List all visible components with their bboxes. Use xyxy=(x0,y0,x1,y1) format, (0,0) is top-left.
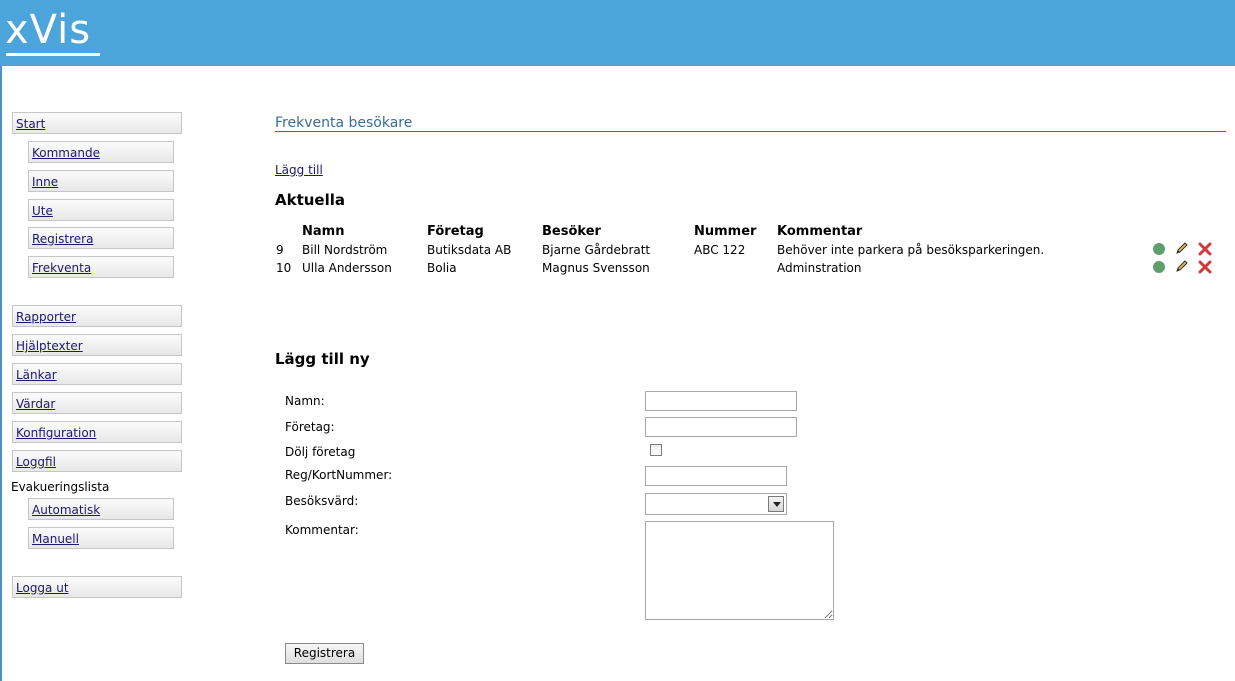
row-foretag: Bolia xyxy=(427,261,457,275)
nav-item-manuell[interactable]: Manuell xyxy=(28,527,174,549)
nav-link-ute[interactable]: Ute xyxy=(32,204,53,218)
page-title: Frekventa besökare xyxy=(275,115,413,131)
row-besoker: Magnus Svensson xyxy=(542,261,650,275)
logo-underline xyxy=(6,53,100,56)
foretag-label: Företag: xyxy=(285,420,335,434)
nav-link-kommande[interactable]: Kommande xyxy=(32,146,100,160)
row-id: 10 xyxy=(276,261,292,275)
nav-item-vardar[interactable]: Värdar xyxy=(12,392,182,414)
add-new-heading: Lägg till ny xyxy=(275,350,370,368)
namn-input[interactable] xyxy=(645,391,797,411)
chevron-down-icon[interactable] xyxy=(768,496,784,512)
nav-item-kommande[interactable]: Kommande xyxy=(28,141,174,163)
row-kommentar: Adminstration xyxy=(777,261,862,275)
registrera-button[interactable]: Registrera xyxy=(285,643,364,664)
foretag-input[interactable] xyxy=(645,417,797,437)
row-namn: Bill Nordström xyxy=(302,243,388,257)
row-kommentar: Behöver inte parkera på besöksparkeringe… xyxy=(777,243,1045,257)
namn-label: Namn: xyxy=(285,394,325,408)
row-namn: Ulla Andersson xyxy=(302,261,392,275)
nav-item-start[interactable]: Start xyxy=(12,112,182,134)
kommentar-textarea[interactable] xyxy=(645,521,834,620)
nav-link-hjalptexter[interactable]: Hjälptexter xyxy=(16,339,83,353)
status-dot-icon[interactable] xyxy=(1153,261,1165,273)
col-header-besoker: Besöker xyxy=(542,224,601,239)
nav-link-registrera[interactable]: Registrera xyxy=(32,232,93,246)
row-nummer: ABC 122 xyxy=(694,243,746,257)
nav-item-inne[interactable]: Inne xyxy=(28,170,174,192)
besoksvard-select[interactable] xyxy=(645,493,787,515)
title-divider xyxy=(275,131,1226,132)
nav-link-inne[interactable]: Inne xyxy=(32,175,58,189)
col-header-foretag: Företag xyxy=(427,224,484,239)
nav-link-frekventa[interactable]: Frekventa xyxy=(32,261,91,275)
pencil-icon[interactable] xyxy=(1175,259,1189,273)
besoksvard-label: Besöksvärd: xyxy=(285,494,359,508)
row-id: 9 xyxy=(276,243,284,257)
nav-item-ute[interactable]: Ute xyxy=(28,199,174,221)
nav-link-start[interactable]: Start xyxy=(16,117,45,131)
kommentar-label: Kommentar: xyxy=(285,523,359,537)
nav-item-registrera[interactable]: Registrera xyxy=(28,227,174,249)
regnr-input[interactable] xyxy=(645,466,787,486)
nav-link-vardar[interactable]: Värdar xyxy=(16,397,55,411)
col-header-namn: Namn xyxy=(302,224,345,239)
nav-link-automatisk[interactable]: Automatisk xyxy=(32,503,100,517)
delete-x-icon[interactable] xyxy=(1198,242,1212,256)
nav-link-manuell[interactable]: Manuell xyxy=(32,532,79,546)
regnr-label: Reg/KortNummer: xyxy=(285,468,393,482)
nav-link-rapporter[interactable]: Rapporter xyxy=(16,310,76,324)
add-visitor-link[interactable]: Lägg till xyxy=(275,163,323,177)
nav-link-konfiguration[interactable]: Konfiguration xyxy=(16,426,96,440)
col-header-nummer: Nummer xyxy=(694,224,757,239)
nav-item-automatisk[interactable]: Automatisk xyxy=(28,498,174,520)
left-edge-line xyxy=(0,0,2,681)
nav-item-loggfil[interactable]: Loggfil xyxy=(12,450,182,472)
nav-item-konfiguration[interactable]: Konfiguration xyxy=(12,421,182,443)
row-besoker: Bjarne Gårdebratt xyxy=(542,243,651,257)
nav-item-frekventa[interactable]: Frekventa xyxy=(28,256,174,278)
nav-item-logga-ut[interactable]: Logga ut xyxy=(12,576,182,598)
pencil-icon[interactable] xyxy=(1175,241,1189,255)
dolj-foretag-checkbox[interactable] xyxy=(650,444,662,456)
nav-link-logga-ut[interactable]: Logga ut xyxy=(16,581,69,595)
nav-link-lankar[interactable]: Länkar xyxy=(16,368,57,382)
dolj-foretag-label: Dölj företag xyxy=(285,445,356,459)
app-header: xVis xyxy=(0,0,1235,66)
nav-label-evakueringslista: Evakueringslista xyxy=(11,480,110,494)
nav-item-hjalptexter[interactable]: Hjälptexter xyxy=(12,334,182,356)
nav-item-rapporter[interactable]: Rapporter xyxy=(12,305,182,327)
row-foretag: Butiksdata AB xyxy=(427,243,512,257)
nav-link-loggfil[interactable]: Loggfil xyxy=(16,455,56,469)
current-heading: Aktuella xyxy=(275,191,346,209)
status-dot-icon[interactable] xyxy=(1153,243,1165,255)
col-header-kommentar: Kommentar xyxy=(777,224,863,239)
app-logo[interactable]: xVis xyxy=(5,6,91,54)
delete-x-icon[interactable] xyxy=(1198,260,1212,274)
nav-item-lankar[interactable]: Länkar xyxy=(12,363,182,385)
